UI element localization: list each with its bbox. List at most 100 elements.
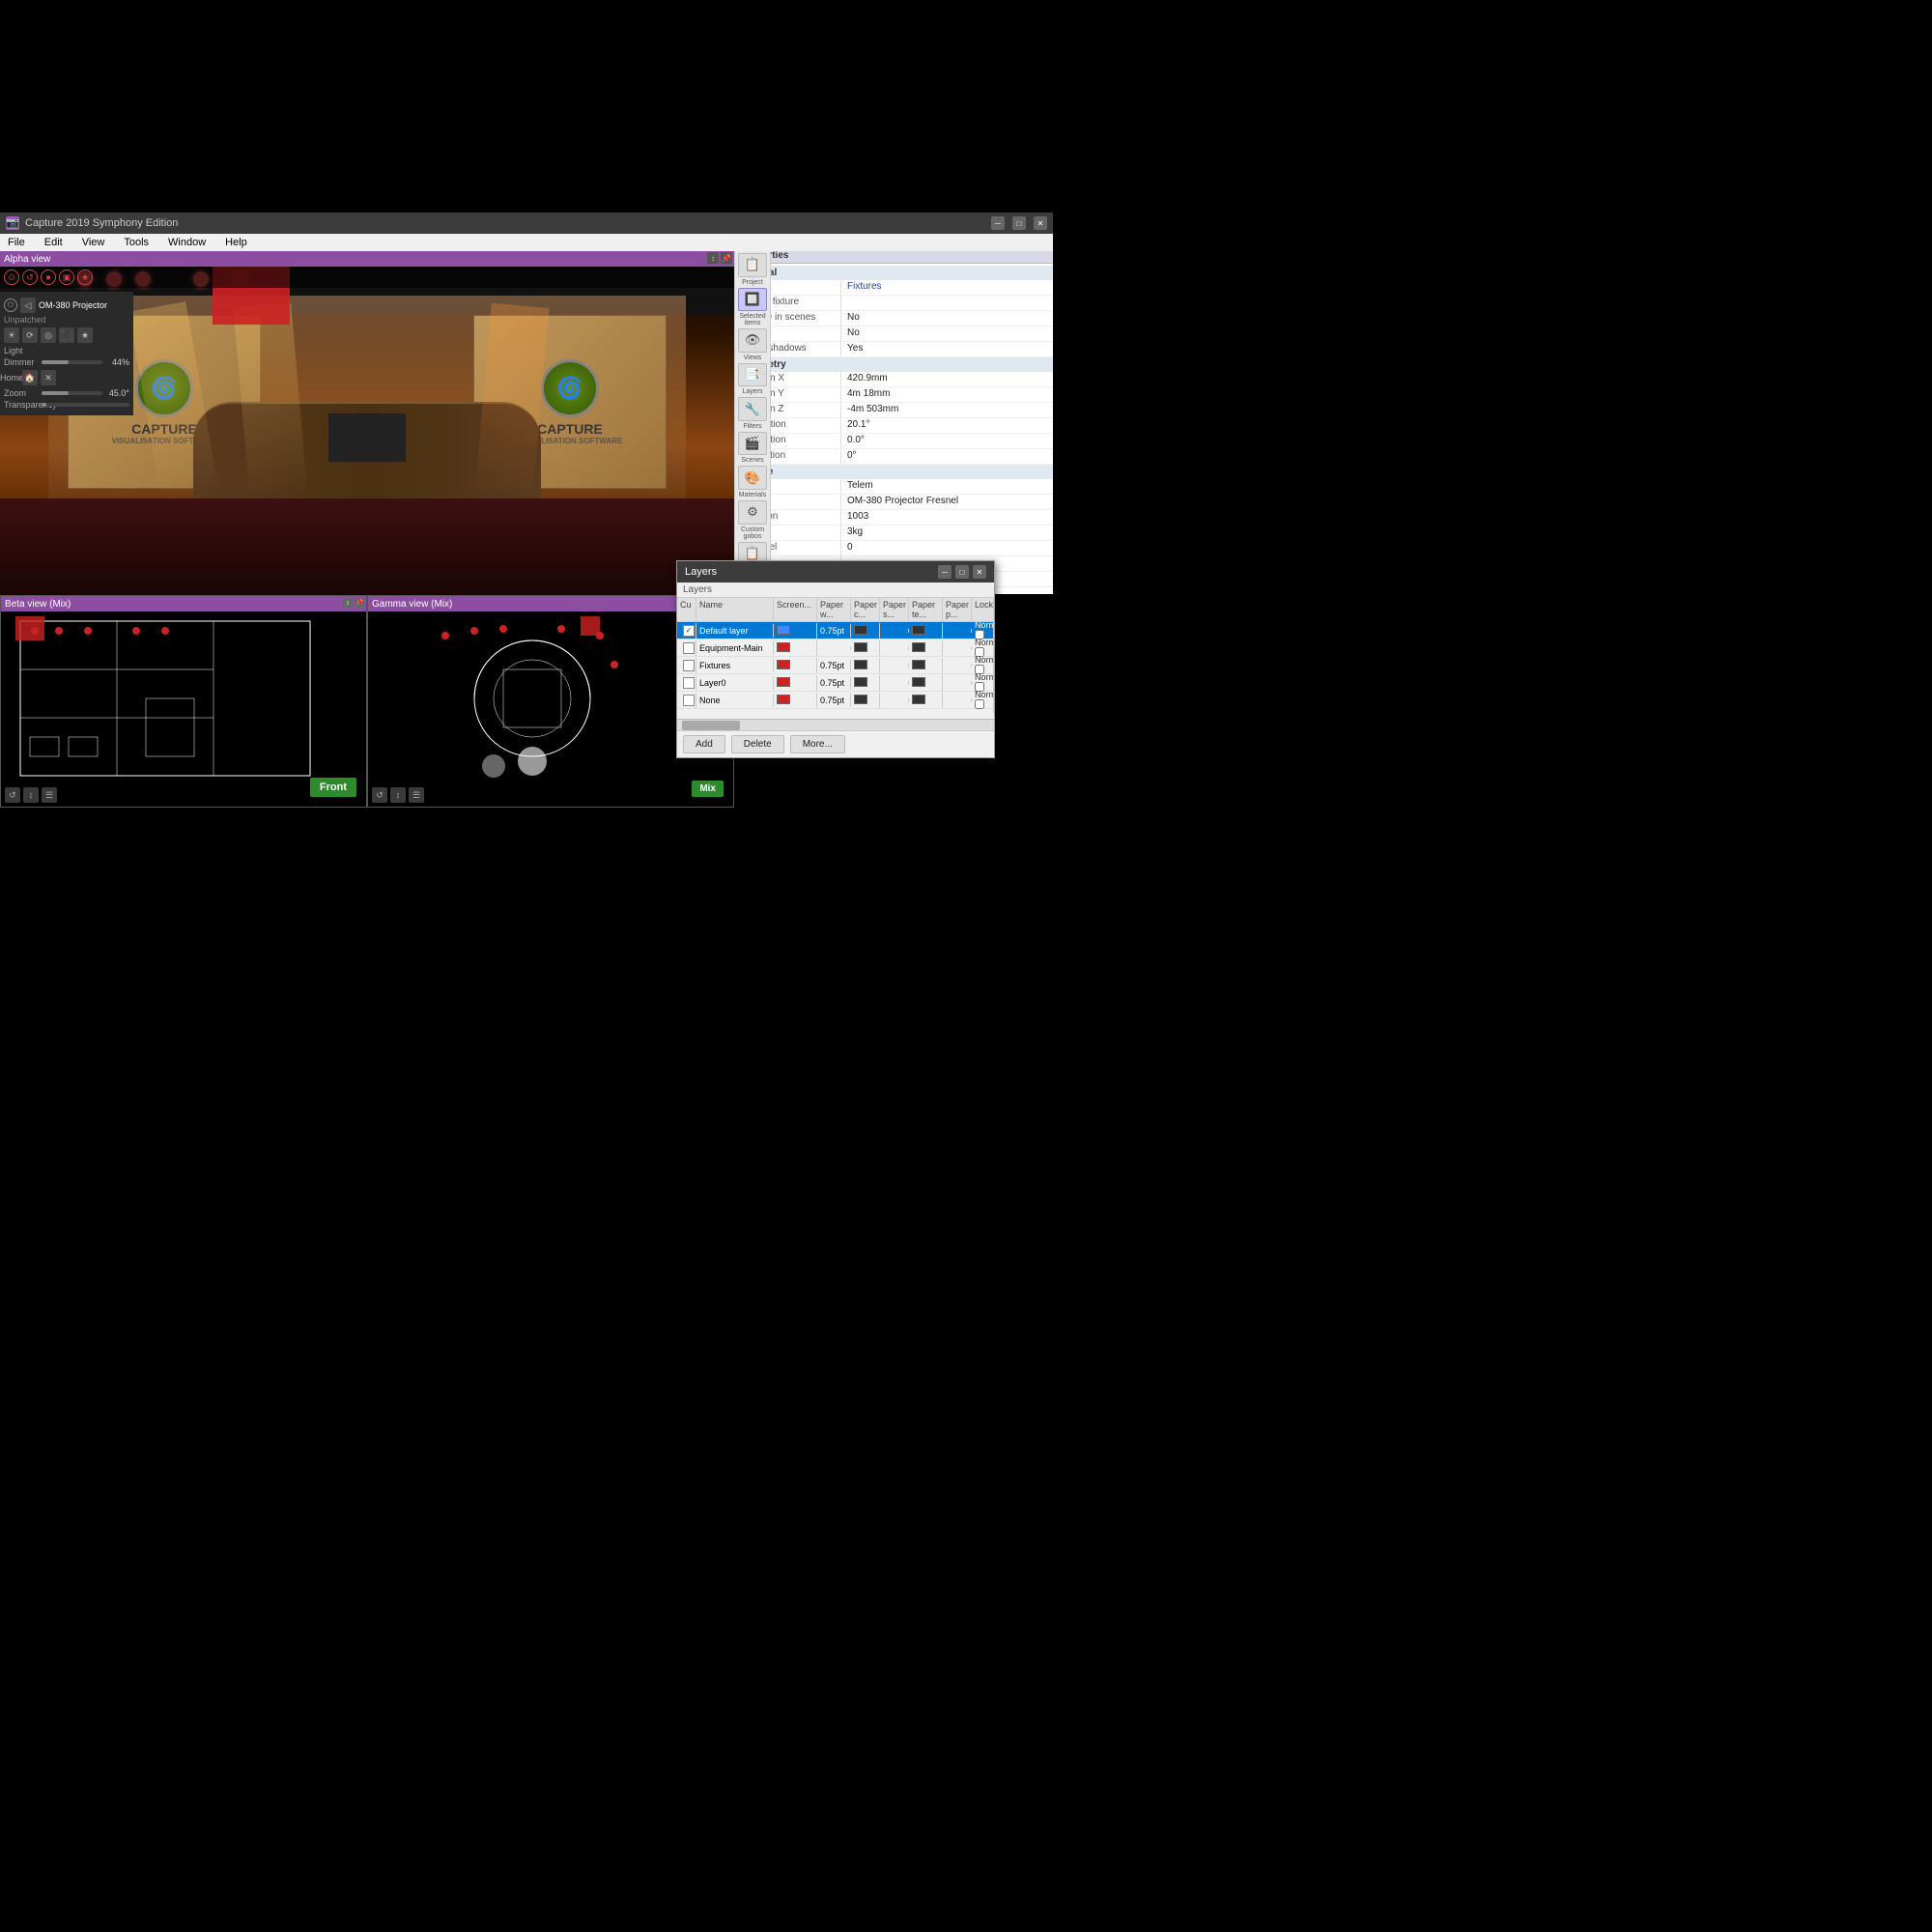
- sidebar-item-scenes[interactable]: 🎬: [738, 432, 767, 456]
- name-value[interactable]: OM-380 Projector Fresnel: [841, 495, 1053, 509]
- sidebar-item-selected[interactable]: 🔲: [738, 288, 767, 312]
- layers-minimize[interactable]: ─: [938, 565, 952, 579]
- zoom-track[interactable]: [42, 391, 102, 395]
- alpha-ctrl-3[interactable]: ⏹: [41, 270, 56, 285]
- layer-check-fixtures[interactable]: [677, 658, 696, 673]
- app-title: Capture 2019 Symphony Edition: [25, 217, 991, 229]
- alpha-pin-btn[interactable]: 📌: [721, 252, 732, 264]
- sidebar-item-layers[interactable]: 📑: [738, 363, 767, 387]
- more-layer-button[interactable]: More...: [790, 735, 845, 753]
- dimmer-track[interactable]: [42, 360, 102, 364]
- layers-icon: 📑: [745, 367, 760, 383]
- position-z-value[interactable]: -4m 503mm: [841, 403, 1053, 417]
- alpha-ctrl-5[interactable]: ★: [77, 270, 93, 285]
- layer-row-default[interactable]: Default layer 0.75pt Normal: [677, 622, 994, 639]
- beta-label-bar: Beta view (Mix) ↕ 📌: [1, 596, 366, 611]
- section-general: General: [735, 266, 1053, 280]
- alpha-ctrl-4[interactable]: ▣: [59, 270, 74, 285]
- layer-value[interactable]: Fixtures: [841, 280, 1053, 295]
- revision-row: Revision 1003: [735, 510, 1053, 526]
- fixture-icon-2[interactable]: ⟳: [22, 327, 38, 343]
- name-row: Name OM-380 Projector Fresnel: [735, 495, 1053, 510]
- layer-name-default: Default layer: [696, 624, 774, 638]
- nav-icons: ◁: [20, 298, 36, 313]
- sidebar-item-materials[interactable]: 🎨: [738, 466, 767, 490]
- menu-tools[interactable]: Tools: [120, 236, 153, 249]
- beta-nav-icon-1[interactable]: ↺: [5, 787, 20, 803]
- sidebar-item-views[interactable]: 👁: [738, 328, 767, 353]
- pc-swatch-none: [854, 695, 867, 704]
- alpha-ctrl-2[interactable]: ↺: [22, 270, 38, 285]
- maximize-button[interactable]: □: [1012, 216, 1026, 230]
- fixture-icon-1[interactable]: ☀: [4, 327, 19, 343]
- menu-help[interactable]: Help: [221, 236, 251, 249]
- layer-row-none[interactable]: None 0.75pt Normal: [677, 692, 994, 709]
- layers-hscroll-thumb[interactable]: [682, 721, 740, 730]
- layer-pp-none: [943, 698, 972, 702]
- views-label: Views: [744, 355, 762, 361]
- minimize-button[interactable]: ─: [991, 216, 1005, 230]
- layer-row-layer0[interactable]: Layer0 0.75pt Normal: [677, 674, 994, 692]
- beta-view[interactable]: Beta view (Mix) ↕ 📌: [0, 595, 367, 808]
- scenes-label: Scenes: [741, 457, 763, 464]
- layer-check-none[interactable]: [677, 693, 696, 708]
- front-view-button[interactable]: Front: [310, 778, 356, 797]
- sidebar-item-project[interactable]: 📋: [738, 253, 767, 277]
- fixture-icon-3[interactable]: ◎: [41, 327, 56, 343]
- layer-check-icon-none: [683, 695, 695, 706]
- beta-pin[interactable]: 📌: [355, 598, 364, 608]
- screen-swatch-fixtures: [777, 660, 790, 669]
- gamma-nav-icon-2[interactable]: ↕: [390, 787, 406, 803]
- layer-check-layer0[interactable]: [677, 675, 696, 691]
- z-rotation-value[interactable]: 0°: [841, 449, 1053, 464]
- alpha-expand-btn[interactable]: ↕: [707, 252, 719, 264]
- home-icon-2[interactable]: ✕: [41, 370, 56, 385]
- gamma-nav-icon-1[interactable]: ↺: [372, 787, 387, 803]
- layers-hscroll[interactable]: [677, 719, 994, 730]
- beta-expand[interactable]: ↕: [343, 598, 353, 608]
- layer-row-equipment[interactable]: Equipment-Main Normal: [677, 639, 994, 657]
- zoom-fill: [42, 391, 69, 395]
- menu-edit[interactable]: Edit: [41, 236, 67, 249]
- pt-swatch-default: [912, 625, 925, 635]
- close-button[interactable]: ✕: [1034, 216, 1047, 230]
- layer-row-fixtures[interactable]: Fixtures 0.75pt Normal: [677, 657, 994, 674]
- gamma-label: Gamma view (Mix): [372, 599, 452, 610]
- sidebar-item-filters[interactable]: 🔧: [738, 397, 767, 421]
- layer-locked-check-none[interactable]: [975, 699, 984, 709]
- nav-left[interactable]: ◁: [20, 298, 36, 313]
- position-y-value[interactable]: 4m 18mm: [841, 387, 1053, 402]
- add-layer-button[interactable]: Add: [683, 735, 725, 753]
- home-icon-1[interactable]: 🏠: [22, 370, 38, 385]
- layer-pt-equipment: [909, 640, 943, 656]
- layer-check-default[interactable]: [677, 623, 696, 639]
- layers-scroll[interactable]: Default layer 0.75pt Normal Equipmen: [677, 622, 994, 719]
- y-rotation-value[interactable]: 0.0°: [841, 434, 1053, 448]
- layers-maximize[interactable]: □: [955, 565, 969, 579]
- col-paper-w: Paper w...: [817, 598, 851, 621]
- layer-check-equipment[interactable]: [677, 640, 696, 656]
- weight-row: Weight 3kg: [735, 526, 1053, 541]
- project-label: Project: [742, 279, 763, 286]
- delete-layer-button[interactable]: Delete: [731, 735, 784, 753]
- channel-value: 0: [841, 541, 1053, 555]
- beta-nav-icon-3[interactable]: ☰: [42, 787, 57, 803]
- menu-window[interactable]: Window: [164, 236, 210, 249]
- alpha-ctrl-1[interactable]: ⊙: [4, 270, 19, 285]
- fixture-icon-5[interactable]: ★: [77, 327, 93, 343]
- gamma-nav-icon-3[interactable]: ☰: [409, 787, 424, 803]
- sidebar-item-custom-gobos[interactable]: ⚙: [738, 500, 767, 525]
- menu-file[interactable]: File: [4, 236, 29, 249]
- fixture-icon-4[interactable]: ⬛: [59, 327, 74, 343]
- pc-swatch-layer0: [854, 677, 867, 687]
- beta-nav-icon-2[interactable]: ↕: [23, 787, 39, 803]
- transparency-track[interactable]: [42, 403, 129, 407]
- make-value[interactable]: Telem: [841, 479, 1053, 494]
- position-x-value[interactable]: 420.9mm: [841, 372, 1053, 386]
- x-rotation-value[interactable]: 20.1°: [841, 418, 1053, 433]
- gamma-view-button[interactable]: Mix: [692, 781, 724, 797]
- menu-view[interactable]: View: [78, 236, 109, 249]
- power-icon[interactable]: ⏻: [4, 298, 17, 312]
- layers-close[interactable]: ✕: [973, 565, 986, 579]
- include-scenes-value: No: [841, 311, 1053, 326]
